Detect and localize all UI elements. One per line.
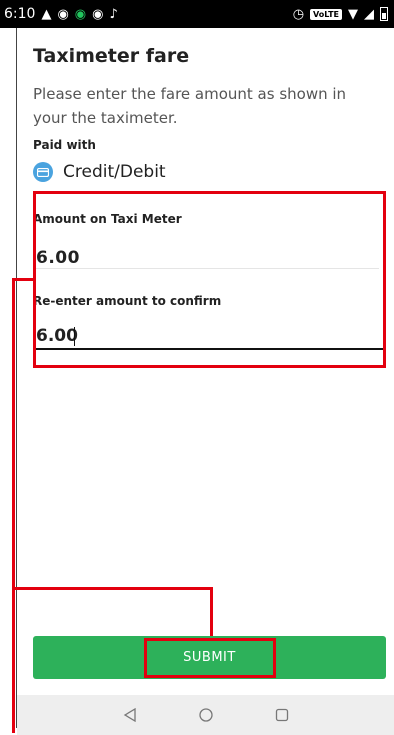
confirm-amount-input[interactable] <box>33 324 383 350</box>
signal-icon: ◢ <box>364 6 374 22</box>
screen: 6:10 ▲ ◉ ◉ ◉ ♪ ◷ VoLTE ▼ ◢ Taximeter far… <box>0 0 394 735</box>
annotation-connector-submit-top <box>12 587 213 590</box>
annotation-connector-submit-down <box>210 587 213 640</box>
home-icon[interactable] <box>196 705 216 725</box>
app-notification-icon: ◉ <box>92 6 104 22</box>
amount-label: Amount on Taxi Meter <box>33 212 182 226</box>
payment-method-row: Credit/Debit <box>33 162 166 182</box>
page-description: Please enter the fare amount as shown in… <box>33 85 347 127</box>
credit-card-icon <box>33 162 53 182</box>
paid-with-label: Paid with <box>33 138 96 152</box>
page-title: Taximeter fare <box>33 45 190 67</box>
status-right: ◷ VoLTE ▼ ◢ <box>293 7 388 21</box>
battery-icon <box>380 7 388 21</box>
status-bar: 6:10 ▲ ◉ ◉ ◉ ♪ ◷ VoLTE ▼ ◢ <box>0 0 394 28</box>
navigation-bar <box>17 695 394 735</box>
sync-icon: ♪ <box>109 6 118 22</box>
text-caret <box>74 327 75 346</box>
navigation-arrow-icon: ▲ <box>41 6 52 22</box>
submit-button[interactable]: SUBMIT <box>33 636 386 679</box>
recent-apps-icon[interactable] <box>272 705 292 725</box>
confirm-amount-label: Re-enter amount to confirm <box>33 294 222 308</box>
back-icon[interactable] <box>120 705 140 725</box>
status-time: 6:10 <box>4 6 36 22</box>
status-left: 6:10 ▲ ◉ ◉ ◉ ♪ <box>4 6 118 22</box>
frame-left-edge <box>16 28 17 728</box>
amount-field[interactable]: 6.00 <box>36 248 80 268</box>
annotation-connector-left <box>12 278 15 733</box>
app-notification-icon: ◉ <box>57 6 69 22</box>
amount-divider <box>33 268 379 269</box>
app-notification-green-icon: ◉ <box>74 6 87 22</box>
volte-badge: VoLTE <box>310 8 342 20</box>
alarm-icon: ◷ <box>292 6 305 22</box>
payment-method: Credit/Debit <box>63 162 166 182</box>
wifi-icon: ▼ <box>348 6 358 22</box>
